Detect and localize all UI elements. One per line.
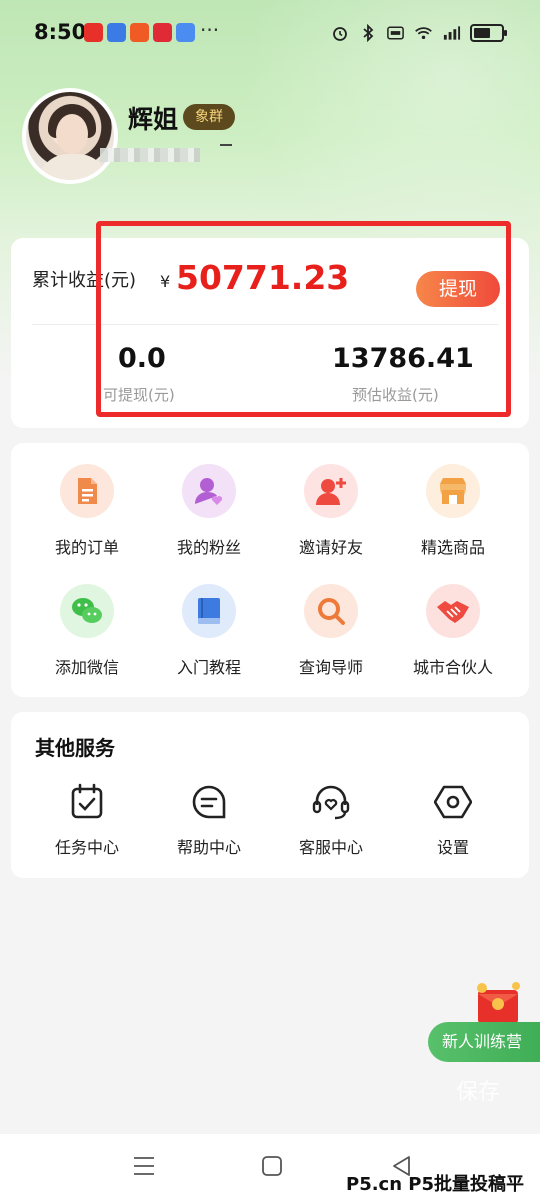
feature-tutorial[interactable]: 入门教程 — [149, 584, 269, 678]
red-packet-icon[interactable] — [470, 980, 526, 1026]
feature-invite-friends[interactable]: 邀请好友 — [271, 464, 391, 558]
notification-icons — [84, 23, 195, 42]
headset-icon — [311, 782, 351, 822]
signal-icon — [442, 23, 461, 42]
feature-city-partner[interactable]: 城市合伙人 — [393, 584, 513, 678]
system-icons — [330, 23, 507, 42]
hd-icon — [386, 23, 405, 42]
alarm-icon — [330, 23, 349, 42]
order-icon — [60, 464, 114, 518]
avatar[interactable] — [22, 88, 118, 184]
service-label: 客服中心 — [298, 838, 363, 857]
battery-icon — [470, 23, 507, 42]
home-icon[interactable] — [260, 1154, 290, 1180]
app-notification-icon — [153, 23, 172, 42]
fans-icon — [182, 464, 236, 518]
level-badge: 象群 — [183, 104, 235, 130]
service-label: 设置 — [436, 838, 469, 857]
wifi-icon — [414, 23, 433, 42]
service-customer-service[interactable]: 客服中心 — [271, 782, 391, 858]
app-notification-icon — [107, 23, 126, 42]
task-icon — [67, 782, 107, 822]
dash-mark — [220, 144, 232, 146]
feature-my-orders[interactable]: 我的订单 — [27, 464, 147, 558]
handshake-icon — [426, 584, 480, 638]
blurred-user-id — [100, 148, 200, 162]
other-services-title: 其他服务 — [35, 736, 115, 760]
highlight-frame — [96, 221, 511, 417]
feature-label: 精选商品 — [420, 538, 485, 557]
feature-label: 添加微信 — [54, 658, 119, 677]
help-icon — [189, 782, 229, 822]
search-icon — [304, 584, 358, 638]
feature-add-wechat[interactable]: 添加微信 — [27, 584, 147, 678]
feature-label: 我的粉丝 — [176, 538, 241, 557]
app-notification-icon — [84, 23, 103, 42]
menu-icon[interactable] — [131, 1154, 161, 1180]
footer-watermark: P5.cn P5批量投稿平台 — [346, 1174, 525, 1195]
more-notifications: ··· — [200, 18, 220, 42]
feature-find-mentor[interactable]: 查询导师 — [271, 584, 391, 678]
feature-selected-products[interactable]: 精选商品 — [393, 464, 513, 558]
status-bar: 8:50 ··· — [0, 0, 540, 68]
service-settings[interactable]: 设置 — [393, 782, 513, 858]
app-notification-icon — [130, 23, 149, 42]
save-watermark: 保存 — [456, 1080, 501, 1105]
feature-label: 查询导师 — [298, 658, 363, 677]
settings-icon — [433, 782, 473, 822]
service-help-center[interactable]: 帮助中心 — [149, 782, 269, 858]
bluetooth-icon — [358, 23, 377, 42]
feature-my-fans[interactable]: 我的粉丝 — [149, 464, 269, 558]
service-task-center[interactable]: 任务中心 — [27, 782, 147, 858]
feature-label: 城市合伙人 — [412, 658, 493, 677]
invite-icon — [304, 464, 358, 518]
feature-label: 邀请好友 — [298, 538, 363, 557]
service-label: 任务中心 — [54, 838, 119, 857]
newbie-camp-button[interactable]: 新人训练营 — [428, 1022, 540, 1062]
book-icon — [182, 584, 236, 638]
feature-label: 入门教程 — [176, 658, 241, 677]
status-time: 8:50 — [34, 20, 87, 44]
username: 辉姐 — [128, 105, 179, 134]
wechat-icon — [60, 584, 114, 638]
shop-icon — [426, 464, 480, 518]
service-label: 帮助中心 — [176, 838, 241, 857]
feature-label: 我的订单 — [54, 538, 119, 557]
app-notification-icon — [176, 23, 195, 42]
